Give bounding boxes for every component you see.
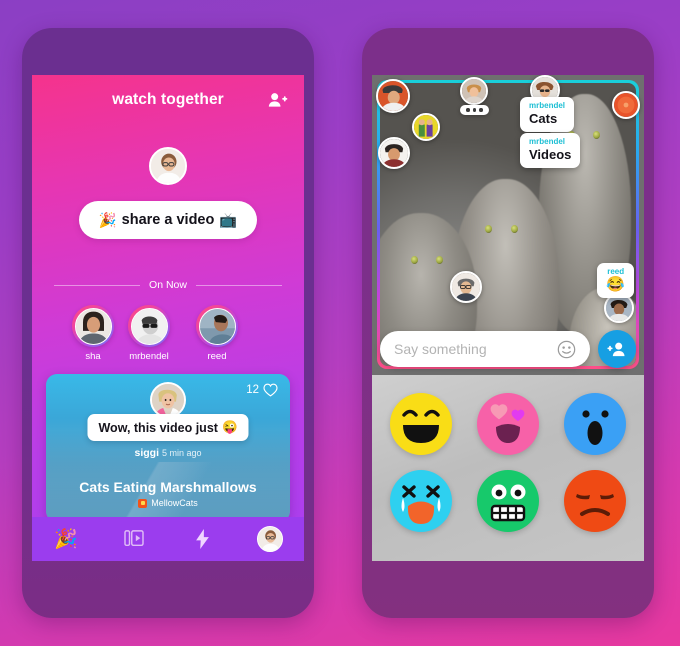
watch-together-header: watch together xyxy=(32,75,304,125)
avatar xyxy=(257,526,283,552)
video-title: Cats Eating Marshmallows xyxy=(79,479,257,495)
shocked-face-icon xyxy=(582,409,609,445)
chat-bubble: reed 😂 xyxy=(597,263,634,299)
avatar-image xyxy=(198,307,236,345)
like-counter[interactable]: 12 xyxy=(246,383,278,397)
avatar-image xyxy=(74,307,112,345)
on-now-user-reed[interactable]: reed xyxy=(190,305,244,362)
reaction-laughing[interactable] xyxy=(390,392,453,455)
nav-item-videos[interactable] xyxy=(100,530,168,548)
current-user-avatar[interactable] xyxy=(149,147,187,185)
video-card-avatar xyxy=(150,382,186,418)
video-library-icon xyxy=(124,530,144,547)
on-now-user-sha[interactable]: sha xyxy=(66,305,120,362)
bottom-navigation: 🎉 xyxy=(32,517,304,561)
reaction-love[interactable] xyxy=(476,392,539,455)
person-plus-icon xyxy=(607,342,625,356)
on-now-label: On Now xyxy=(149,279,187,291)
chat-emoji: 😂 xyxy=(606,275,625,293)
nav-item-activity[interactable] xyxy=(168,529,236,549)
chat-input-field[interactable]: Say something xyxy=(380,331,590,367)
comment-emoji: 😜 xyxy=(221,420,238,434)
smiley-face-icon[interactable] xyxy=(557,340,576,359)
comment-time: 5 min ago xyxy=(161,448,202,458)
nav-item-parties[interactable]: 🎉 xyxy=(32,527,100,551)
tv-emoji: 📺 xyxy=(219,212,238,229)
reaction-picker xyxy=(372,375,644,561)
avatar-name: reed xyxy=(207,351,227,362)
reaction-shocked[interactable] xyxy=(563,392,626,455)
divider-line-left xyxy=(54,284,141,286)
page-title: watch together xyxy=(112,91,224,108)
participant-avatar[interactable] xyxy=(450,271,482,303)
avatar-name: mrbendel xyxy=(129,351,169,362)
chat-bubble: mrbendel Videos xyxy=(520,133,581,168)
add-participant-button[interactable] xyxy=(598,330,636,368)
chat-username: mrbendel xyxy=(529,101,566,110)
participant-avatar[interactable] xyxy=(378,137,410,169)
laughing-face-icon xyxy=(402,409,441,443)
party-popper-icon: 🎉 xyxy=(54,529,78,550)
channel-badge-icon xyxy=(138,498,148,508)
on-now-user-mrbendel[interactable]: mrbendel xyxy=(122,305,176,362)
avatar-image xyxy=(130,307,168,345)
crying-face-icon xyxy=(401,484,441,524)
right-phone-frame: mrbendel Cats mrbendel Videos reed 😂 Say… xyxy=(362,28,654,618)
mountain-background xyxy=(46,430,290,522)
comment-meta: siggi 5 min ago xyxy=(46,447,290,459)
chat-input-row: Say something xyxy=(372,323,644,375)
participant-avatar[interactable] xyxy=(460,77,488,105)
avatar-name: sha xyxy=(85,351,101,362)
comment-text: Wow, this video just xyxy=(98,420,218,435)
love-face-icon xyxy=(490,403,525,443)
channel-name: MellowCats xyxy=(151,498,198,508)
chat-message: Videos xyxy=(529,146,572,162)
like-count: 12 xyxy=(246,384,259,396)
watch-party-video: mrbendel Cats mrbendel Videos reed 😂 Say… xyxy=(372,75,644,375)
participant-avatar[interactable] xyxy=(412,113,440,141)
left-phone-screen: watch together 🎉 share a video 📺 On Now … xyxy=(32,75,304,561)
divider-line-right xyxy=(195,284,282,286)
avatar-ring xyxy=(128,305,170,347)
avatar-ring xyxy=(196,305,238,347)
video-channel: MellowCats xyxy=(46,498,290,508)
on-now-divider: On Now xyxy=(54,279,282,291)
annoyed-face-icon xyxy=(575,493,614,516)
comment-bubble: Wow, this video just 😜 xyxy=(87,414,249,441)
share-video-label: share a video xyxy=(121,212,215,228)
party-popper-emoji: 🎉 xyxy=(98,212,117,229)
typing-indicator xyxy=(460,105,489,115)
video-card[interactable]: 12 Wow, this video just 😜 siggi 5 min ag… xyxy=(46,374,290,522)
nav-item-profile[interactable] xyxy=(236,526,304,552)
chat-message: Cats xyxy=(529,110,558,126)
scared-face-icon xyxy=(490,484,526,521)
share-video-button[interactable]: 🎉 share a video 📺 xyxy=(79,201,257,239)
reaction-annoyed[interactable] xyxy=(563,469,626,532)
reaction-crying[interactable] xyxy=(390,469,453,532)
right-phone-screen: mrbendel Cats mrbendel Videos reed 😂 Say… xyxy=(372,75,644,561)
lightning-bolt-icon xyxy=(195,529,209,549)
person-plus-icon[interactable] xyxy=(268,91,288,109)
participant-avatar[interactable] xyxy=(612,91,640,119)
left-phone-frame: watch together 🎉 share a video 📺 On Now … xyxy=(22,28,314,618)
on-now-avatars: sha mrbendel reed xyxy=(32,305,304,362)
avatar-ring xyxy=(72,305,114,347)
heart-outline-icon[interactable] xyxy=(263,383,278,397)
chat-input-placeholder: Say something xyxy=(394,341,487,357)
reaction-scared[interactable] xyxy=(476,469,539,532)
chat-username: mrbendel xyxy=(529,137,566,146)
chat-bubble: mrbendel Cats xyxy=(520,97,575,132)
comment-author: siggi xyxy=(134,447,160,459)
participant-avatar[interactable] xyxy=(376,79,410,113)
